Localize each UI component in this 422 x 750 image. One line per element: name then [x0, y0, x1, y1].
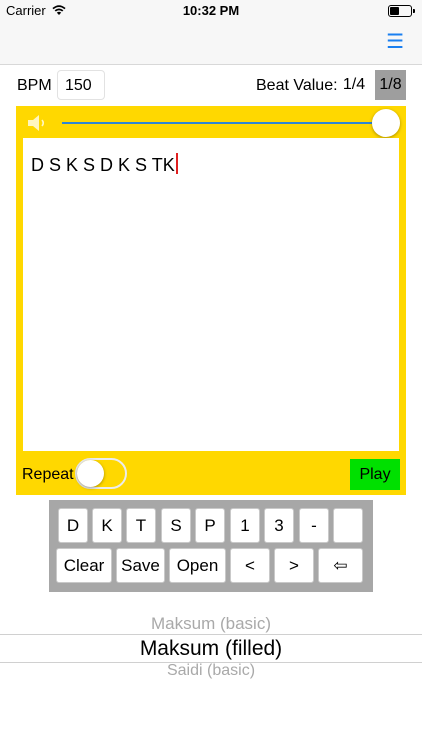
- repeat-toggle[interactable]: [75, 458, 127, 489]
- key-s[interactable]: S: [161, 508, 191, 543]
- text-cursor: [175, 153, 178, 174]
- rhythm-text: D S K S D K S TK: [31, 155, 175, 175]
- rhythm-text-editor[interactable]: D S K S D K S TK: [23, 138, 399, 451]
- menu-icon[interactable]: ☰: [386, 32, 404, 52]
- play-button[interactable]: Play: [350, 459, 400, 490]
- picker-selected-item[interactable]: Maksum (filled): [0, 634, 422, 663]
- cursor-right-button[interactable]: >: [274, 548, 314, 583]
- backspace-icon[interactable]: ⇦: [318, 548, 363, 583]
- bpm-input[interactable]: 150: [57, 70, 105, 100]
- beat-eighth-option[interactable]: 1/8: [375, 70, 406, 100]
- key-dash[interactable]: -: [299, 508, 329, 543]
- beat-value-label: Beat Value:: [256, 77, 338, 94]
- rhythm-picker[interactable]: Maksum (basic) Maksum (filled) Saidi (ba…: [0, 600, 422, 690]
- status-bar: Carrier 10:32 PM: [0, 0, 422, 22]
- beat-quarter-option[interactable]: 1/4: [336, 70, 372, 100]
- toggle-knob: [77, 460, 104, 487]
- key-3[interactable]: 3: [264, 508, 294, 543]
- key-t[interactable]: T: [126, 508, 156, 543]
- volume-slider-thumb[interactable]: [372, 109, 400, 137]
- clock: 10:32 PM: [182, 3, 240, 18]
- speaker-icon: [28, 115, 45, 131]
- key-k[interactable]: K: [92, 508, 122, 543]
- key-p[interactable]: P: [195, 508, 225, 543]
- clear-button[interactable]: Clear: [56, 548, 112, 583]
- rhythm-panel: D S K S D K S TK Repeat Play: [16, 106, 406, 495]
- cursor-left-button[interactable]: <: [230, 548, 270, 583]
- picker-item-above[interactable]: Maksum (basic): [0, 614, 422, 634]
- key-d[interactable]: D: [58, 508, 88, 543]
- picker-item-below[interactable]: Saidi (basic): [0, 662, 422, 680]
- save-button[interactable]: Save: [116, 548, 165, 583]
- key-blank[interactable]: [333, 508, 363, 543]
- key-1[interactable]: 1: [230, 508, 260, 543]
- bpm-label: BPM: [17, 77, 52, 94]
- volume-slider-track[interactable]: [62, 122, 384, 124]
- rhythm-keyboard: D K T S P 1 3 - Clear Save Open < > ⇦: [49, 500, 373, 592]
- open-button[interactable]: Open: [169, 548, 226, 583]
- navigation-bar: ☰: [0, 22, 422, 65]
- battery-icon: [388, 5, 415, 17]
- repeat-label: Repeat: [22, 466, 74, 483]
